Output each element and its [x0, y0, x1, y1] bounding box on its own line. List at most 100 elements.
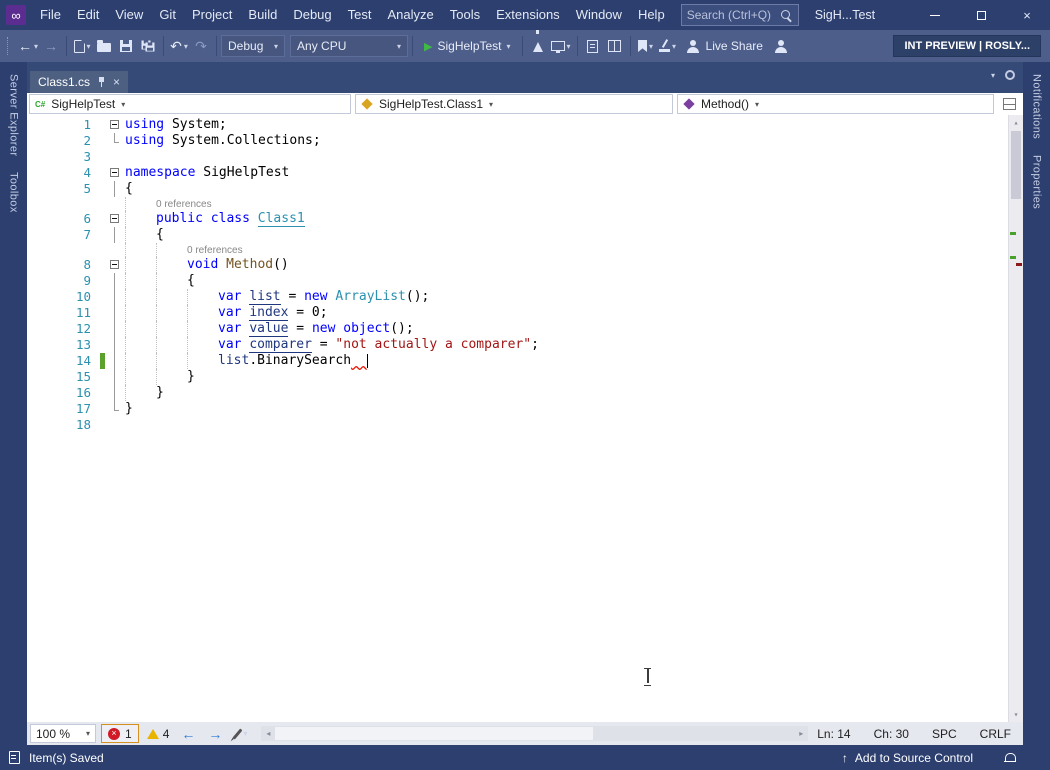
tab-list-chevron-icon[interactable]: ▾ [991, 71, 995, 80]
menu-analyze[interactable]: Analyze [379, 0, 441, 30]
code-line[interactable]: 11 var index = 0; [39, 305, 1008, 321]
open-file-button[interactable] [93, 34, 115, 58]
performance-profiler-button[interactable]: ▾ [549, 34, 573, 58]
navigate-backward-button[interactable]: ← ▾ [16, 34, 40, 58]
collapse-box-icon[interactable] [110, 120, 119, 129]
search-icon[interactable] [780, 9, 793, 22]
menu-help[interactable]: Help [630, 0, 673, 30]
vertical-scrollbar[interactable]: ▴ ▾ [1008, 115, 1023, 722]
menu-test[interactable]: Test [340, 0, 380, 30]
next-issue-button[interactable]: → [204, 726, 226, 742]
code-line[interactable]: 6 public class Class1 [39, 211, 1008, 227]
live-share-button[interactable]: Live Share [679, 34, 770, 58]
compare-files-button[interactable] [604, 34, 626, 58]
dock-tab-properties[interactable]: Properties [1031, 155, 1043, 209]
code-line[interactable]: 17} [39, 401, 1008, 417]
tab-close-icon[interactable]: × [113, 76, 120, 88]
collapse-box-icon[interactable] [110, 214, 119, 223]
collapse-box-icon[interactable] [110, 260, 119, 269]
menu-project[interactable]: Project [184, 0, 240, 30]
bookmark-button[interactable]: ▾ [635, 34, 657, 58]
send-feedback-button[interactable] [770, 34, 792, 58]
dock-tab-server-explorer[interactable]: Server Explorer [8, 74, 20, 156]
save-button[interactable] [115, 34, 137, 58]
maximize-button[interactable] [958, 0, 1004, 30]
undo-button[interactable]: ↶ ▾ [168, 34, 190, 58]
member-dropdown[interactable]: Method() ▾ [677, 94, 994, 114]
close-button[interactable]: × [1004, 0, 1050, 30]
menu-edit[interactable]: Edit [69, 0, 107, 30]
menu-debug[interactable]: Debug [285, 0, 339, 30]
solution-platforms-dropdown[interactable]: Any CPU ▾ [290, 35, 409, 57]
code-line[interactable]: 7{ [39, 227, 1008, 243]
code-line[interactable]: 1 using System; [39, 117, 1008, 133]
preview-build-badge[interactable]: INT PREVIEW | ROSLY... [893, 35, 1041, 57]
pin-icon[interactable] [97, 77, 106, 87]
codelens-line[interactable]: 0 references [39, 243, 1008, 257]
dock-tab-notifications[interactable]: Notifications [1031, 74, 1043, 139]
split-window-icon[interactable] [1003, 98, 1016, 110]
navigate-forward-button[interactable]: → [40, 34, 62, 58]
find-in-files-button[interactable] [582, 34, 604, 58]
menu-tools[interactable]: Tools [442, 0, 488, 30]
menu-view[interactable]: View [107, 0, 151, 30]
scroll-down-icon[interactable]: ▾ [1009, 707, 1023, 722]
quick-search-box[interactable] [680, 4, 799, 26]
tab-class1-cs[interactable]: Class1.cs × [30, 71, 129, 93]
codelens-references[interactable]: 0 references [156, 199, 212, 210]
code-line[interactable]: 8 void Method() [39, 257, 1008, 273]
code-line[interactable]: 4 namespace SigHelpTest [39, 165, 1008, 181]
warning-indicator[interactable]: 4 [144, 727, 173, 741]
project-dropdown[interactable]: C# SigHelpTest ▾ [29, 94, 351, 114]
zoom-dropdown[interactable]: 100 % ▾ [30, 724, 96, 743]
scroll-right-icon[interactable]: ▸ [794, 729, 808, 738]
code-line[interactable]: 3 [39, 149, 1008, 165]
toolbar-grip[interactable] [7, 37, 12, 55]
line-ending-indicator[interactable]: CRLF [980, 727, 1011, 741]
scroll-left-icon[interactable]: ◂ [261, 729, 275, 738]
menu-git[interactable]: Git [151, 0, 184, 30]
menu-file[interactable]: File [32, 0, 69, 30]
start-debugging-button[interactable]: ▶ SigHelpTest ▾ [417, 34, 518, 58]
search-input[interactable] [686, 8, 780, 22]
new-project-button[interactable]: ▾ [71, 34, 93, 58]
code-line[interactable]: 13 var comparer = "not actually a compare… [39, 337, 1008, 353]
redo-button[interactable]: ↷ [190, 34, 212, 58]
code-line[interactable]: 14 list.BinarySearch [39, 353, 1008, 369]
line-indicator[interactable]: Ln: 14 [817, 727, 850, 741]
code-line[interactable]: 2 using System.Collections; [39, 133, 1008, 149]
codelens-line[interactable]: 0 references [39, 197, 1008, 211]
minimize-button[interactable] [912, 0, 958, 30]
code-line[interactable]: 18 [39, 417, 1008, 433]
horizontal-scrollbar[interactable]: ◂ ▸ [261, 726, 809, 741]
code-line[interactable]: 15} [39, 369, 1008, 385]
codelens-references[interactable]: 0 references [187, 245, 243, 256]
code-line[interactable]: 12 var value = new object(); [39, 321, 1008, 337]
type-dropdown[interactable]: SigHelpTest.Class1 ▾ [355, 94, 673, 114]
code-line[interactable]: 9{ [39, 273, 1008, 289]
notifications-bell-icon[interactable] [1004, 752, 1016, 764]
save-all-button[interactable] [137, 34, 159, 58]
menu-build[interactable]: Build [240, 0, 285, 30]
horizontal-scrollbar-thumb[interactable] [275, 727, 593, 740]
code-editor[interactable]: 1 using System; 2 using System.Collections;… [27, 115, 1023, 722]
dock-tab-toolbox[interactable]: Toolbox [8, 172, 20, 213]
add-to-source-control-button[interactable]: Add to Source Control [855, 751, 973, 765]
spaces-indicator[interactable]: SPC [932, 727, 957, 741]
menu-window[interactable]: Window [568, 0, 630, 30]
collapse-box-icon[interactable] [110, 168, 119, 177]
code-line[interactable]: 16} [39, 385, 1008, 401]
code-line[interactable]: 10 var list = new ArrayList(); [39, 289, 1008, 305]
error-indicator[interactable]: × 1 [101, 724, 139, 743]
edit-mode-button[interactable]: ▾ [231, 727, 252, 740]
vertical-scrollbar-thumb[interactable] [1011, 131, 1021, 199]
previous-issue-button[interactable]: ← [177, 726, 199, 742]
column-indicator[interactable]: Ch: 30 [874, 727, 909, 741]
code-line[interactable]: 5{ [39, 181, 1008, 197]
gear-icon[interactable] [1005, 70, 1015, 80]
solution-configurations-dropdown[interactable]: Debug ▾ [221, 35, 286, 57]
scroll-up-icon[interactable]: ▴ [1009, 115, 1023, 130]
test-explorer-button[interactable] [527, 30, 549, 58]
menu-extensions[interactable]: Extensions [488, 0, 568, 30]
code-cleanup-button[interactable]: ▾ [657, 34, 679, 58]
